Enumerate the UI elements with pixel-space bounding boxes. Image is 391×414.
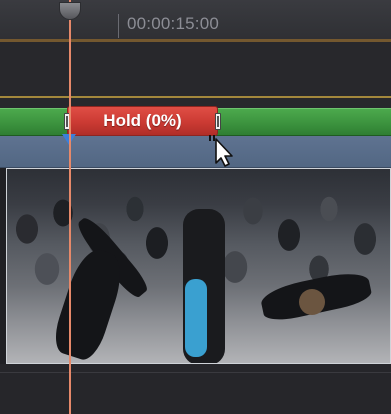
empty-track-lane[interactable] bbox=[0, 364, 391, 414]
clip-thumbnail-frame bbox=[179, 169, 390, 363]
ruler-tick bbox=[118, 14, 119, 38]
person-figure bbox=[185, 279, 207, 357]
empty-track-lane[interactable] bbox=[0, 42, 391, 108]
playhead-line[interactable] bbox=[69, 0, 71, 414]
arrow-cursor-with-resize-icon bbox=[209, 135, 233, 167]
dancer-figure bbox=[299, 289, 325, 315]
video-clip-filmstrip[interactable] bbox=[6, 168, 391, 364]
retime-hold-segment[interactable]: Hold (0%) bbox=[64, 106, 221, 136]
track-guide-line bbox=[0, 96, 391, 98]
retime-hold-label: Hold (0%) bbox=[103, 111, 182, 130]
clip-header-bar[interactable] bbox=[0, 136, 391, 168]
ruler-timecode: 00:00:15:00 bbox=[127, 14, 220, 33]
retime-handle-icon[interactable] bbox=[215, 113, 221, 130]
timeline[interactable]: 00:00:15:00 Hold (0%) bbox=[0, 0, 391, 414]
track-guide-line bbox=[0, 372, 391, 373]
clip-thumbnail-frame bbox=[7, 169, 179, 363]
